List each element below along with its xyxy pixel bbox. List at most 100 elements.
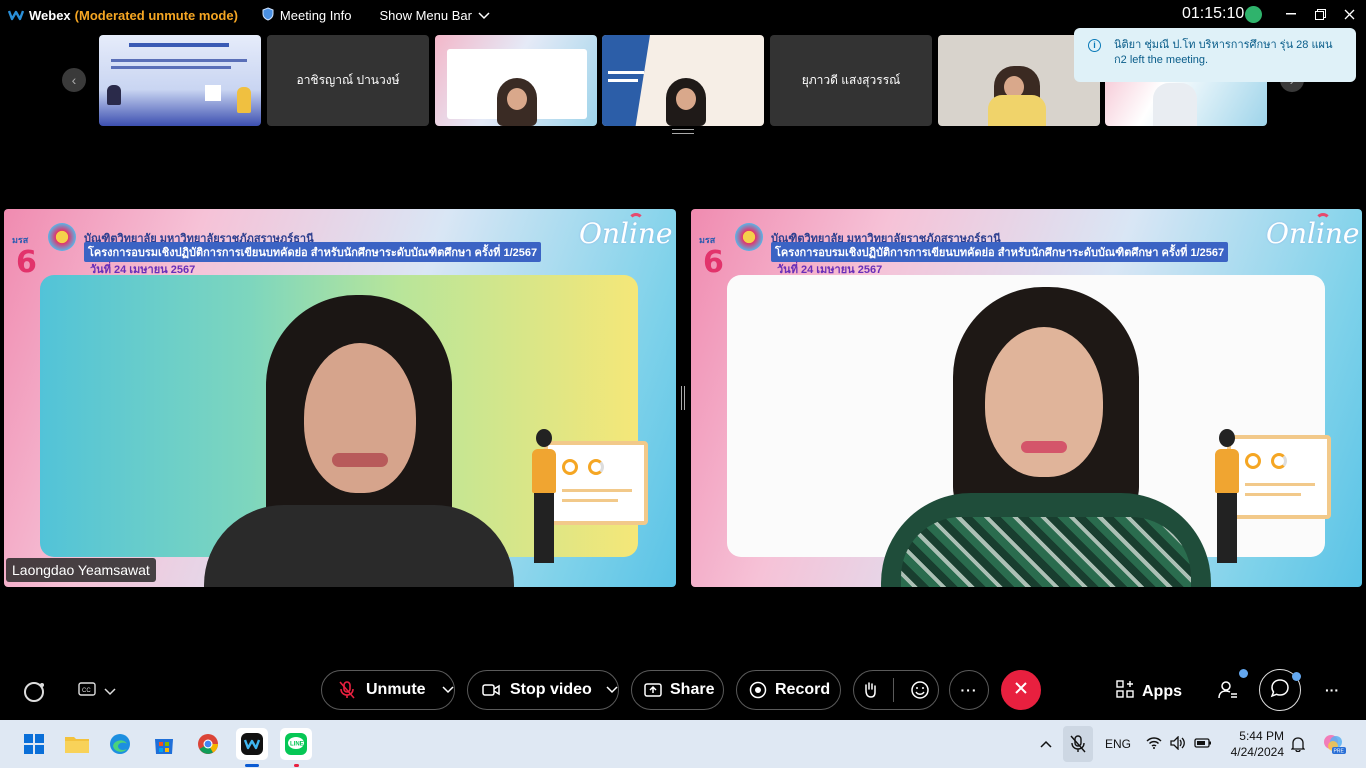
microsoft-store-icon[interactable] xyxy=(148,728,180,760)
camera-icon xyxy=(482,683,500,697)
strip-prev-button[interactable]: ‹ xyxy=(62,68,86,92)
clock-date: 4/24/2024 xyxy=(1230,745,1284,759)
record-button[interactable]: Record xyxy=(736,670,841,710)
meeting-info-button[interactable]: Meeting Info xyxy=(262,6,351,24)
end-call-button[interactable] xyxy=(1001,670,1041,710)
restore-icon[interactable] xyxy=(1309,4,1331,24)
shield-icon xyxy=(262,6,274,24)
more-options-button[interactable]: ··· xyxy=(949,670,989,710)
participant-video xyxy=(881,287,1211,587)
copilot-icon[interactable]: PRE xyxy=(1322,720,1346,768)
stop-video-button[interactable]: Stop video xyxy=(467,670,619,710)
university-logo: มรส 6 xyxy=(699,235,724,280)
thumbnail-name: ยุภาวดี แสงสุวรรณ์ xyxy=(801,73,901,87)
edge-browser-icon[interactable] xyxy=(104,728,136,760)
microphone-muted-icon xyxy=(338,680,356,700)
language-indicator[interactable]: ENG xyxy=(1105,720,1131,768)
captions-button[interactable]: CC xyxy=(78,682,116,701)
webex-window: Webex (Moderated unmute mode) Meeting In… xyxy=(0,0,1366,768)
svg-text:CC: CC xyxy=(82,688,91,694)
chrome-browser-icon[interactable] xyxy=(192,728,224,760)
university-logo: มรส 6 xyxy=(12,235,37,280)
start-button[interactable] xyxy=(18,728,50,760)
toast-message: นิติยา ชุ่มณี ป.โท บริหารการศึกษา รุ่น 2… xyxy=(1114,39,1333,66)
chevron-down-icon xyxy=(606,686,618,694)
closed-captions-icon: CC xyxy=(78,682,96,701)
show-menu-bar-button[interactable]: Show Menu Bar xyxy=(379,8,490,23)
chat-badge xyxy=(1292,672,1301,681)
participants-badge xyxy=(1239,669,1248,678)
close-icon[interactable] xyxy=(1338,4,1360,24)
thumbnail-3[interactable] xyxy=(435,35,597,126)
share-button[interactable]: Share xyxy=(631,670,724,710)
volume-icon xyxy=(1170,734,1186,753)
flower-logo-icon xyxy=(735,223,763,251)
svg-text:LINE: LINE xyxy=(290,742,304,748)
layout-indicator-icon[interactable] xyxy=(22,680,46,704)
mic-muted-tray-icon[interactable] xyxy=(1063,726,1093,762)
video-tile-1[interactable]: มรส 6 บัณฑิตวิทยาลัย มหาวิทยาลัยราชภัฏสุ… xyxy=(4,209,676,587)
banner-line-2: โครงการอบรมเชิงปฏิบัติการการเขียนบทคัดย่… xyxy=(84,242,542,262)
reactions-group xyxy=(853,670,939,710)
online-badge: Online xyxy=(579,217,673,250)
presenter-illustration xyxy=(524,429,564,569)
banner-line-2: โครงการอบรมเชิงปฏิบัติการการเขียนบทคัดย่… xyxy=(771,242,1229,262)
thumbnail-5[interactable]: ยุภาวดี แสงสุวรรณ์ xyxy=(770,35,932,126)
tile-resize-handle[interactable] xyxy=(681,386,685,410)
strip-resize-handle[interactable] xyxy=(672,129,694,134)
notification-bell-icon[interactable] xyxy=(1291,720,1305,768)
apps-label: Apps xyxy=(1142,682,1182,700)
participant-video xyxy=(204,295,514,587)
participant-name-tag: Laongdao Yeamsawat xyxy=(6,558,156,582)
webex-taskbar-icon[interactable] xyxy=(236,728,268,760)
unmute-button[interactable]: Unmute xyxy=(321,670,455,710)
app-name: Webex xyxy=(29,7,71,23)
thumbnail-name: อาชิรญาณ์ ปานวงษ์ xyxy=(296,73,400,87)
participants-button[interactable] xyxy=(1218,680,1238,705)
share-screen-icon xyxy=(644,683,662,697)
thumbnail-2[interactable]: อาชิรญาณ์ ปานวงษ์ xyxy=(267,35,429,126)
flower-logo-icon xyxy=(48,223,76,251)
network-health-icon[interactable] xyxy=(1245,6,1262,23)
line-notification-dot xyxy=(294,764,299,767)
video-tile-2[interactable]: มรส 6 บัณฑิตวิทยาลัย มหาวิทยาลัยราชภัฏสุ… xyxy=(691,209,1362,587)
line-app-icon[interactable]: LINE xyxy=(280,728,312,760)
share-label: Share xyxy=(670,681,715,698)
record-label: Record xyxy=(775,681,831,698)
record-icon xyxy=(749,681,767,699)
chevron-left-icon: ‹ xyxy=(71,72,77,88)
chat-icon xyxy=(1270,678,1290,703)
more-label: ··· xyxy=(960,682,978,698)
clock-time: 5:44 PM xyxy=(1239,729,1284,743)
chevron-down-icon xyxy=(104,683,116,701)
participants-icon xyxy=(1218,680,1238,705)
title-bar: Webex (Moderated unmute mode) Meeting In… xyxy=(0,0,1366,30)
notification-toast: i นิติยา ชุ่มณี ป.โท บริหารการศึกษา รุ่น… xyxy=(1074,28,1356,82)
presenter-illustration xyxy=(1207,429,1247,569)
unmute-label: Unmute xyxy=(366,681,426,698)
meeting-mode: (Moderated unmute mode) xyxy=(74,7,238,23)
svg-text:PRE: PRE xyxy=(1334,749,1345,755)
webex-logo-icon xyxy=(7,9,25,21)
online-badge: Online xyxy=(1266,217,1360,250)
thumbnail-1[interactable] xyxy=(99,35,261,126)
reactions-icon[interactable] xyxy=(910,680,930,700)
apps-icon xyxy=(1116,680,1134,703)
system-clock[interactable]: 5:44 PM 4/24/2024 xyxy=(1228,728,1284,760)
wifi-tray-icon xyxy=(1146,736,1162,752)
battery-icon xyxy=(1194,737,1212,752)
file-explorer-icon[interactable] xyxy=(61,728,93,760)
active-app-indicator xyxy=(245,764,259,767)
system-tray-icons[interactable] xyxy=(1146,720,1212,768)
overflow-label: ··· xyxy=(1325,682,1339,698)
minimize-icon[interactable] xyxy=(1280,4,1302,24)
overflow-menu-button[interactable]: ··· xyxy=(1325,682,1339,698)
chevron-down-icon xyxy=(442,686,454,694)
thumbnail-4[interactable] xyxy=(602,35,764,126)
stop-video-label: Stop video xyxy=(510,681,592,698)
apps-button[interactable]: Apps xyxy=(1116,680,1182,703)
raise-hand-icon[interactable] xyxy=(862,681,878,699)
tray-overflow-icon[interactable] xyxy=(1040,720,1052,768)
chevron-down-icon xyxy=(478,8,490,23)
windows-taskbar: LINE ENG 5:44 PM 4/24/2024 PRE xyxy=(0,720,1366,768)
